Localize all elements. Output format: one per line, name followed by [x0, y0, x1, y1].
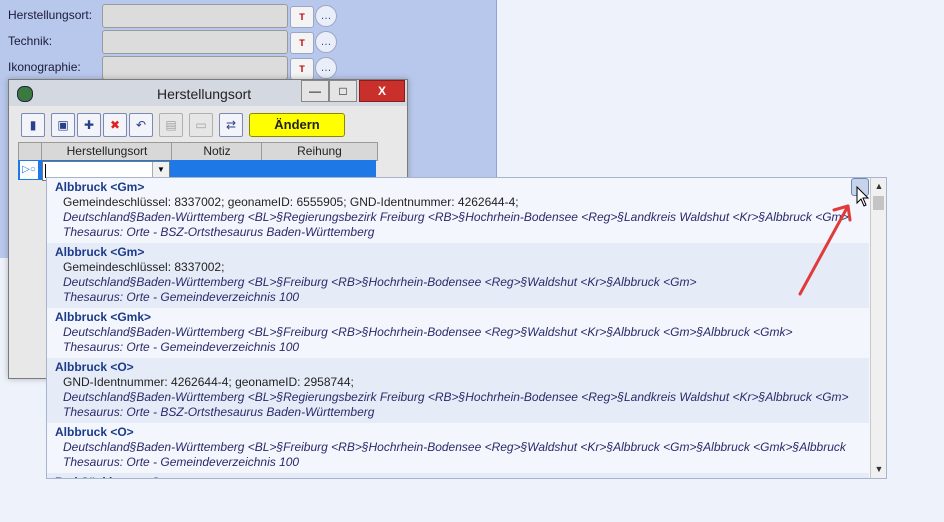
list-item-hierarchy: Thesaurus: Orte - Gemeindeverzeichnis 10…: [63, 340, 300, 354]
list-item-hierarchy: Deutschland§Baden-Württemberg <BL>§Freib…: [63, 275, 697, 289]
annotation-arrow: [798, 204, 852, 296]
list-item-title: Albbruck <O>: [55, 360, 134, 374]
minimize-button[interactable]: —: [301, 80, 329, 102]
save-icon[interactable]: ▣: [51, 113, 75, 137]
mouse-cursor-icon: [856, 186, 870, 207]
list-item-title: Albbruck <Gm>: [55, 245, 145, 259]
list-item[interactable]: Bad Säckingen <Gm>Gemeindeschlüssel: 833…: [47, 473, 869, 478]
scrollbar[interactable]: ▲ ▼: [870, 178, 886, 478]
column-header-notiz[interactable]: Notiz: [171, 143, 262, 160]
list-item-hierarchy: Thesaurus: Orte - Gemeindeverzeichnis 10…: [63, 290, 300, 304]
thesaurus-link-icon[interactable]: ⇄: [219, 113, 243, 137]
list-item-detail: Gemeindeschlüssel: 8337002;: [63, 260, 225, 274]
speech-bubble-icon[interactable]: …: [315, 31, 337, 53]
list-item-hierarchy: Thesaurus: Orte - BSZ-Ortsthesaurus Bade…: [63, 405, 375, 419]
list-item[interactable]: Albbruck <O> GND-Identnummer: 4262644-4; …: [47, 358, 869, 423]
field-label: Herstellungsort:: [8, 8, 93, 22]
technik-field[interactable]: [102, 30, 288, 54]
list-item-title: Albbruck <Gmk>: [55, 310, 152, 324]
document-icon[interactable]: ▮: [21, 113, 45, 137]
column-header-reihung[interactable]: Reihung: [261, 143, 377, 160]
list-item-hierarchy: Deutschland§Baden-Württemberg <BL>§Regie…: [63, 210, 849, 224]
add-icon[interactable]: ✚: [77, 113, 101, 137]
autocomplete-list: Albbruck <Gm> Gemeindeschlüssel: 8337002;…: [46, 177, 887, 479]
form-row-ikonographie: Ikonographie: T …: [8, 56, 348, 80]
list-item-detail: Gemeindeschlüssel: 8337002; geonameID: 6…: [63, 195, 519, 209]
ikonographie-field[interactable]: [102, 56, 288, 80]
app-globe-icon: [17, 86, 33, 102]
list-item-hierarchy: Deutschland§Baden-Württemberg <BL>§Freib…: [63, 440, 846, 454]
thesaurus-icon[interactable]: T: [290, 6, 314, 28]
list-item[interactable]: Albbruck <Gmk> Deutschland§Baden-Württemb…: [47, 308, 869, 358]
list-item-hierarchy: Deutschland§Baden-Württemberg <BL>§Freib…: [63, 325, 793, 339]
print-icon[interactable]: ▤: [159, 113, 183, 137]
field-label: Technik:: [8, 34, 53, 48]
close-button[interactable]: X: [359, 80, 405, 102]
speech-bubble-icon[interactable]: …: [315, 57, 337, 79]
dialog-toolbar: ▮ ▣ ✚ ✖ ↶ ▤ ▭ ⇄ Ändern: [21, 113, 401, 137]
text-caret: [45, 164, 46, 178]
field-label: Ikonographie:: [8, 60, 81, 74]
maximize-button[interactable]: □: [329, 80, 357, 102]
list-item[interactable]: Albbruck <Gm> Gemeindeschlüssel: 8337002;…: [47, 178, 869, 243]
form-row-herstellungsort: Herstellungsort: T …: [8, 4, 348, 28]
list-item-hierarchy: Thesaurus: Orte - BSZ-Ortsthesaurus Bade…: [63, 225, 375, 239]
list-item[interactable]: Albbruck <O> Deutschland§Baden-Württember…: [47, 423, 869, 473]
herstellungsort-field[interactable]: [102, 4, 288, 28]
column-header-herstellungsort[interactable]: Herstellungsort: [41, 143, 172, 160]
list-item-hierarchy: Deutschland§Baden-Württemberg <BL>§Regie…: [63, 390, 849, 404]
list-item-title: Albbruck <O>: [55, 425, 134, 439]
scroll-down-icon[interactable]: ▼: [871, 461, 886, 477]
grid-header: Herstellungsort Notiz Reihung: [18, 142, 378, 161]
thesaurus-icon[interactable]: T: [290, 58, 314, 80]
list-item-title: Bad Säckingen <Gm>: [55, 475, 178, 478]
undo-icon[interactable]: ↶: [129, 113, 153, 137]
form-row-technik: Technik: T …: [8, 30, 348, 54]
list-item-title: Albbruck <Gm>: [55, 180, 145, 194]
scroll-thumb[interactable]: [873, 196, 884, 210]
list-item[interactable]: Albbruck <Gm> Gemeindeschlüssel: 8337002;…: [47, 243, 869, 308]
list-item-detail: GND-Identnummer: 4262644-4; geonameID: 2…: [63, 375, 354, 389]
comment-icon[interactable]: ▭: [189, 113, 213, 137]
scroll-up-icon[interactable]: ▲: [871, 178, 886, 194]
row-indicator: ▷○: [20, 161, 38, 179]
delete-icon[interactable]: ✖: [103, 113, 127, 137]
dialog-titlebar[interactable]: Herstellungsort — □ X: [9, 80, 407, 106]
list-item-hierarchy: Thesaurus: Orte - Gemeindeverzeichnis 10…: [63, 455, 300, 469]
aendern-button[interactable]: Ändern: [249, 113, 345, 137]
dialog-title: Herstellungsort: [157, 86, 252, 102]
thesaurus-icon[interactable]: T: [290, 32, 314, 54]
speech-bubble-icon[interactable]: …: [315, 5, 337, 27]
